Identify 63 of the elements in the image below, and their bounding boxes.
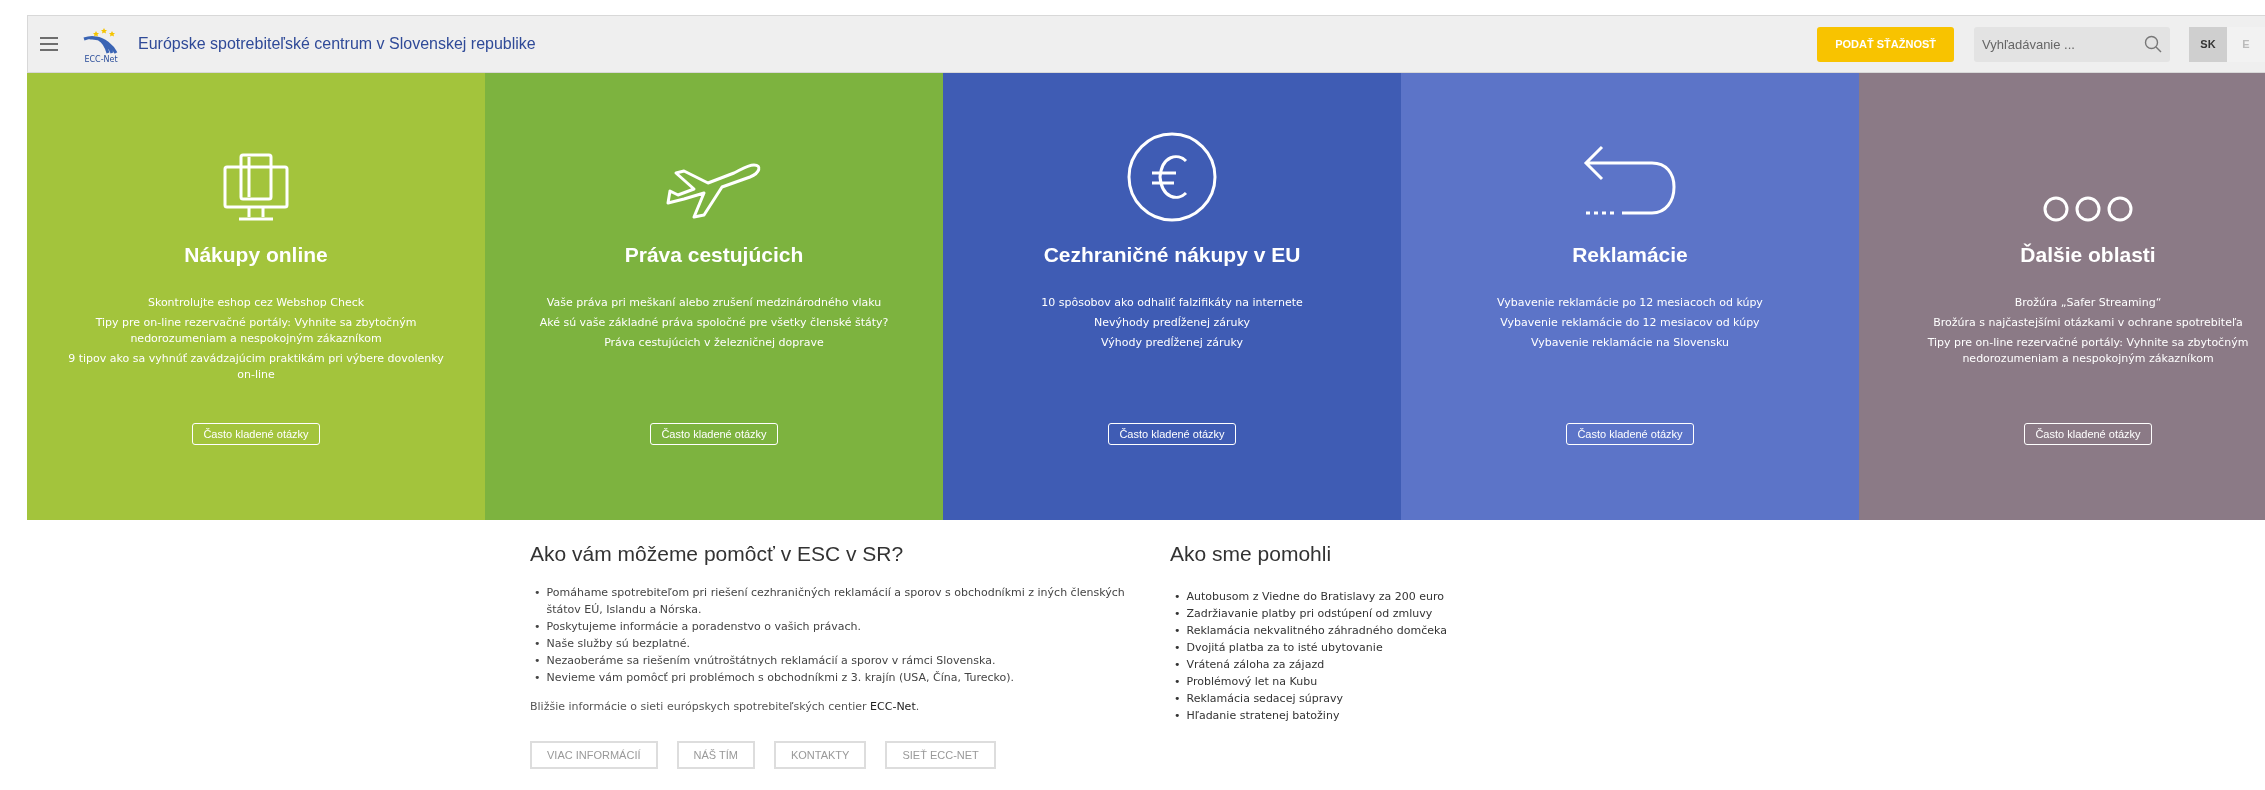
bullet-icon: • [1174,707,1181,724]
list-item: Naše služby sú bezplatné. [546,636,691,652]
info-button[interactable]: KONTAKTY [773,741,867,769]
tile-link[interactable]: Tipy pre on-line rezervačné portály: Vyhnite sa zbytočným nedorozumeniam a nespokojným zákazníkom [1893,335,2265,367]
faq-button[interactable]: Často kladené otázky [650,423,778,445]
case-link[interactable]: Dvojitá platba za to isté ubytovanie [1186,639,1383,656]
list-item: Nevieme vám pomôcť pri problémoch s obchodníkmi z 3. krajín (USA, Čína, Turecko). [546,670,1015,686]
section-heading: Ako vám môžeme pomôcť v ESC v SR? [530,542,905,566]
euro-icon [1126,131,1218,223]
case-link[interactable]: Autobusom z Viedne do Bratislavy za 200 euro [1186,588,1444,605]
tile-link[interactable]: Výhody predĺženej záruky [1101,335,1243,351]
bullet-icon: • [1174,588,1181,605]
monitor-icon [223,153,289,223]
case-link[interactable]: Hľadanie stratenej batožiny [1186,707,1340,724]
logo-text: ECC-Net [84,54,118,64]
tile-title[interactable]: Práva cestujúcich [624,243,804,267]
case-link[interactable]: Reklamácia sedacej súpravy [1186,690,1343,707]
bullet-icon: • [1174,656,1181,673]
bullet-icon: • [1174,673,1181,690]
list-item: Pomáhame spotrebiteľom pri riešení cezhraničných reklamácií a sporov s obchodníkmi z iných členských štátov EÚ, Islandu a Nórska. [546,585,1126,618]
language-button[interactable]: SK [2189,26,2227,62]
tile-link[interactable]: Vaše práva pri meškaní alebo zrušení medzinárodného vlaku [546,295,882,311]
tile-link[interactable]: Nevýhody predĺženej záruky [1093,315,1251,331]
search-field[interactable]: Vyhľadávanie ... [1974,26,2170,62]
tile-link[interactable]: Aké sú vaše základné práva spoločné pre všetky členské štáty? [539,315,889,331]
tile-title[interactable]: Reklamácie [1572,243,1688,267]
search-icon[interactable] [2144,34,2162,53]
tile-title[interactable]: Ďalšie oblasti [2020,243,2156,267]
bullet-icon: • [534,584,541,618]
tile-link[interactable]: Vybavenie reklamácie do 12 mesiacov od kúpy [1500,315,1760,331]
case-link[interactable]: Reklamácia nekvalitného záhradného domčeka [1186,622,1447,639]
three-circles-icon [2042,195,2134,223]
faq-button[interactable]: Často kladené otázky [2024,423,2152,445]
info-button[interactable]: VIAC INFORMÁCIÍ [530,741,658,769]
info-button[interactable]: NÁŠ TÍM [676,741,755,769]
tile-link[interactable]: Vybavenie reklamácie na Slovensku [1530,335,1729,351]
bullet-icon: • [534,618,541,635]
tile-link[interactable]: Brožúra s najčastejšími otázkami v ochrane spotrebiteľa [1933,315,2243,331]
case-link[interactable]: Problémový let na Kubu [1186,673,1318,690]
site-title[interactable]: Európske spotrebiteľské centrum v Slovenskej republike [138,35,536,53]
section-heading: Ako sme pomohli [1170,542,1333,566]
bullet-icon: • [1174,639,1181,656]
faq-button[interactable]: Často kladené otázky [1108,423,1236,445]
info-button[interactable]: SIEŤ ECC-NET [885,741,996,769]
list-item: Nezaoberáme sa riešením vnútroštátnych reklamácií a sporov v rámci Slovenska. [546,653,996,669]
bullet-icon: • [534,652,541,669]
tile-link[interactable]: 10 spôsobov ako odhaliť falzifikáty na internete [1041,295,1303,311]
tile-link[interactable]: Vybavenie reklamácie po 12 mesiacoch od kúpy [1497,295,1763,311]
tile-link[interactable]: Brožúra „Safer Streaming“ [2014,295,2162,311]
faq-button[interactable]: Často kladené otázky [1566,423,1694,445]
bullet-icon: • [534,669,541,686]
list-item: Poskytujeme informácie a poradenstvo o vašich právach. [546,619,862,635]
menu-icon[interactable] [40,37,58,51]
tile-link[interactable]: Práva cestujúcich v železničnej doprave [604,335,824,351]
tile-title[interactable]: Cezhraničné nákupy v EU [1043,243,1301,267]
bullet-icon: • [534,635,541,652]
bullet-icon: • [1174,690,1181,707]
case-link[interactable]: Vrátená záloha za zájazd [1186,656,1325,673]
info-text: Bližšie informácie o sieti európskych spotrebiteľských centier ECC-Net. [530,700,921,713]
bullet-icon: • [1174,605,1181,622]
case-link[interactable]: Zadržiavanie platby pri odstúpení od zmluvy [1186,605,1433,622]
bullet-icon: • [1174,622,1181,639]
ecc-net-link[interactable]: ECC-Net [870,700,916,713]
